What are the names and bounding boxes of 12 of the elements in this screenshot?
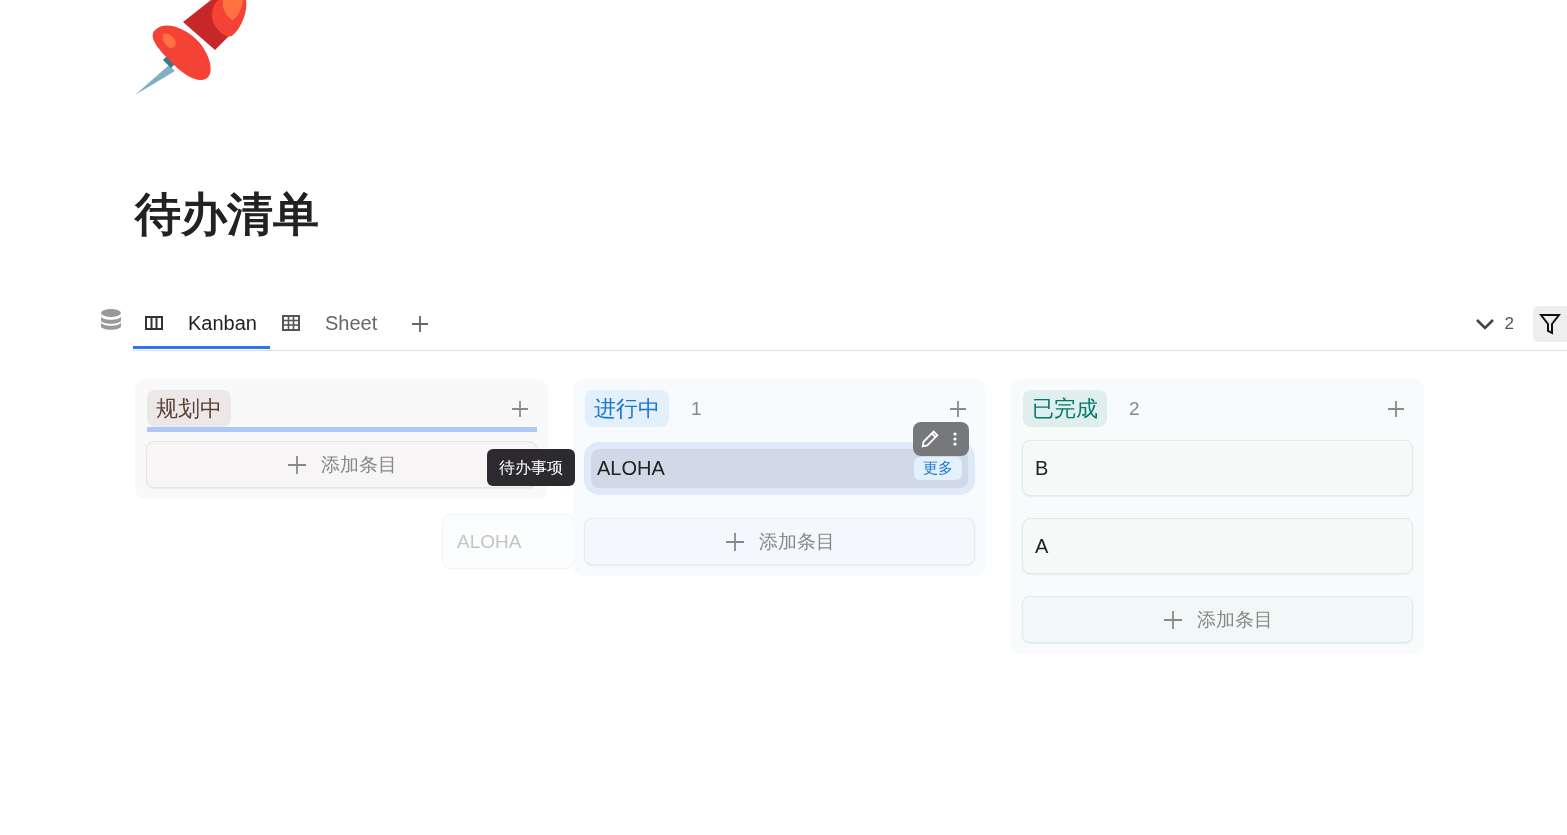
item-count: 2	[1129, 397, 1140, 420]
status-tag: 规划中	[147, 390, 231, 427]
dragged-card: ALOHA	[442, 514, 574, 569]
item-count: 1	[691, 397, 702, 420]
card-title: B	[1035, 456, 1050, 480]
hidden-count: 2	[1504, 314, 1514, 334]
status-tag: 进行中	[585, 390, 669, 427]
card-title: ALOHA	[597, 457, 666, 480]
card-title: A	[1035, 534, 1050, 558]
tooltip: 待办事项	[487, 449, 575, 486]
page-title: 待办清单	[135, 187, 320, 242]
status-tag: 已完成	[1023, 390, 1107, 427]
